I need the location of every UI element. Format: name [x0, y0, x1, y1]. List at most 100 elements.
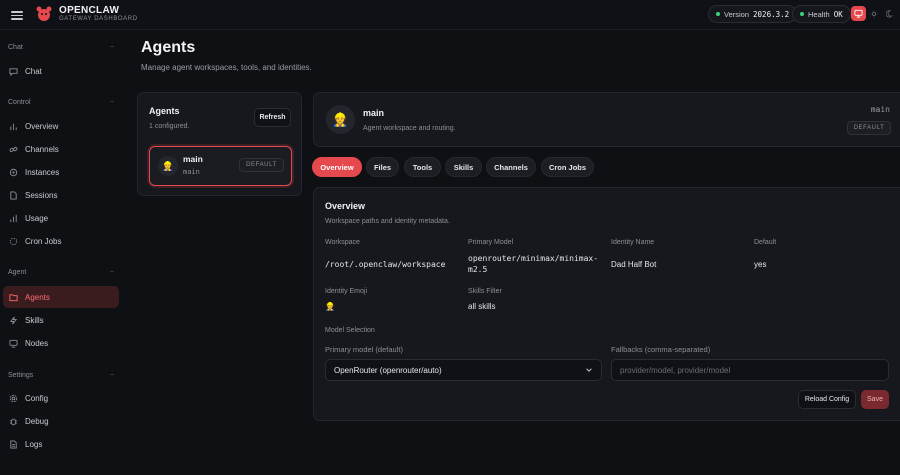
- agent-name: main: [183, 154, 203, 164]
- health-value: OK: [833, 9, 843, 19]
- default-value: yes: [754, 260, 767, 269]
- openclaw-logo: [36, 6, 52, 21]
- tab-tools[interactable]: Tools: [404, 157, 441, 177]
- sidebar-item-overview[interactable]: Overview: [3, 115, 119, 137]
- sidebar-item-label: Channels: [25, 144, 59, 154]
- top-bar: OPENCLAW GATEWAY DASHBOARD Version 2026.…: [0, 0, 900, 30]
- overview-title: Overview: [325, 201, 366, 211]
- nav-group-settings[interactable]: Settings −: [8, 372, 114, 379]
- default-badge: DEFAULT: [847, 121, 891, 135]
- agents-count: 1 configured.: [149, 123, 190, 130]
- bug-icon: [9, 417, 18, 426]
- identity-name-value: Dad Half Bot: [611, 260, 657, 269]
- primary-model-label: Primary Model: [468, 239, 514, 246]
- agent-id: main: [870, 105, 890, 114]
- primary-model-select[interactable]: OpenRouter (openrouter/auto): [325, 359, 602, 381]
- status-dot-icon: [716, 12, 720, 16]
- monitor-icon: [854, 9, 863, 18]
- moon-icon: [885, 9, 893, 17]
- primary-model-select-value: OpenRouter (openrouter/auto): [334, 365, 442, 375]
- status-dot-icon: [800, 12, 804, 16]
- sidebar-item-skills[interactable]: Skills: [3, 309, 119, 331]
- chat-icon: [9, 67, 18, 76]
- tab-overview[interactable]: Overview: [312, 157, 362, 177]
- reload-config-button[interactable]: Reload Config: [798, 390, 856, 409]
- sun-icon: [869, 9, 878, 18]
- page-subtitle: Manage agent workspaces, tools, and iden…: [141, 63, 312, 72]
- skills-filter-value: all skills: [468, 302, 496, 311]
- nav-group-chat[interactable]: Chat −: [8, 44, 114, 51]
- sidebar-item-channels[interactable]: Channels: [3, 138, 119, 160]
- spinner-icon: [9, 237, 18, 246]
- sidebar: Chat − Chat Control − Overview Channels …: [0, 31, 128, 475]
- version-label: Version: [724, 9, 750, 19]
- file-icon: [9, 190, 18, 200]
- sidebar-item-label: Agents: [25, 292, 50, 302]
- sidebar-item-label: Usage: [25, 213, 49, 223]
- overview-card: Overview Workspace paths and identity me…: [313, 187, 900, 421]
- nav-group-label: Control: [8, 99, 31, 106]
- bar-chart-icon: [9, 122, 18, 131]
- refresh-button[interactable]: Refresh: [254, 108, 291, 127]
- sidebar-item-label: Config: [25, 393, 49, 403]
- radio-icon: [9, 168, 18, 177]
- version-value: 2026.3.2: [753, 9, 790, 19]
- sidebar-item-usage[interactable]: Usage: [3, 207, 119, 229]
- sidebar-item-label: Skills: [25, 315, 44, 325]
- tab-files[interactable]: Files: [366, 157, 399, 177]
- sidebar-item-sessions[interactable]: Sessions: [3, 184, 119, 206]
- agents-list-card: Agents 1 configured. Refresh 👷 main main…: [137, 92, 302, 196]
- gear-icon: [9, 394, 18, 403]
- save-button[interactable]: Save: [861, 390, 889, 409]
- sidebar-item-cron-jobs[interactable]: Cron Jobs: [3, 230, 119, 252]
- file-icon: [9, 439, 18, 449]
- folder-icon: [9, 293, 18, 302]
- link-icon: [9, 145, 18, 154]
- menu-icon[interactable]: [11, 9, 23, 21]
- nav-group-agent[interactable]: Agent −: [8, 269, 114, 276]
- workspace-label: Workspace: [325, 239, 360, 246]
- sidebar-item-label: Sessions: [25, 190, 58, 200]
- sidebar-item-agents[interactable]: Agents: [3, 286, 119, 308]
- tab-cron-jobs[interactable]: Cron Jobs: [541, 157, 594, 177]
- collapse-icon: −: [109, 44, 114, 51]
- default-label: Default: [754, 239, 777, 246]
- sidebar-item-chat[interactable]: Chat: [3, 60, 119, 82]
- agents-card-title: Agents: [149, 106, 180, 116]
- sidebar-item-instances[interactable]: Instances: [3, 161, 119, 183]
- fallbacks-label: Fallbacks (comma-separated): [611, 345, 711, 354]
- sidebar-item-label: Cron Jobs: [25, 236, 62, 246]
- sidebar-item-label: Logs: [25, 439, 43, 449]
- monitor-icon: [9, 339, 18, 348]
- primary-model-value: openrouter/minimax/minimax-m2.5: [468, 254, 599, 274]
- page-title: Agents: [141, 39, 196, 56]
- bolt-icon: [9, 316, 18, 325]
- health-pill: Health OK: [792, 5, 851, 23]
- agent-header-card: 👷 main Agent workspace and routing. main…: [313, 92, 900, 147]
- primary-model-default-label: Primary model (default): [325, 345, 403, 354]
- sidebar-item-debug[interactable]: Debug: [3, 410, 119, 432]
- chevron-down-icon: [586, 368, 592, 372]
- identity-emoji-label: Identity Emoji: [325, 288, 368, 295]
- sidebar-item-label: Debug: [25, 416, 49, 426]
- fallbacks-input[interactable]: provider/model, provider/model: [611, 359, 889, 381]
- agent-list-item[interactable]: 👷 main main DEFAULT: [149, 146, 292, 186]
- agent-avatar: 👷: [158, 156, 178, 176]
- sidebar-item-nodes[interactable]: Nodes: [3, 332, 119, 354]
- tab-channels[interactable]: Channels: [486, 157, 536, 177]
- collapse-icon: −: [109, 372, 114, 379]
- agent-description: Agent workspace and routing.: [363, 125, 456, 132]
- tab-skills[interactable]: Skills: [445, 157, 482, 177]
- skills-filter-label: Skills Filter: [468, 288, 502, 295]
- sidebar-item-logs[interactable]: Logs: [3, 433, 119, 455]
- theme-light-button[interactable]: [866, 6, 881, 21]
- identity-name-label: Identity Name: [611, 239, 655, 246]
- agent-id: main: [183, 168, 200, 176]
- workspace-value: /root/.openclaw/workspace: [325, 260, 446, 269]
- theme-system-button[interactable]: [851, 6, 866, 21]
- theme-dark-button[interactable]: [882, 6, 897, 21]
- sidebar-item-label: Chat: [25, 66, 42, 76]
- overview-subtitle: Workspace paths and identity metadata.: [325, 218, 450, 225]
- nav-group-control[interactable]: Control −: [8, 99, 114, 106]
- sidebar-item-config[interactable]: Config: [3, 387, 119, 409]
